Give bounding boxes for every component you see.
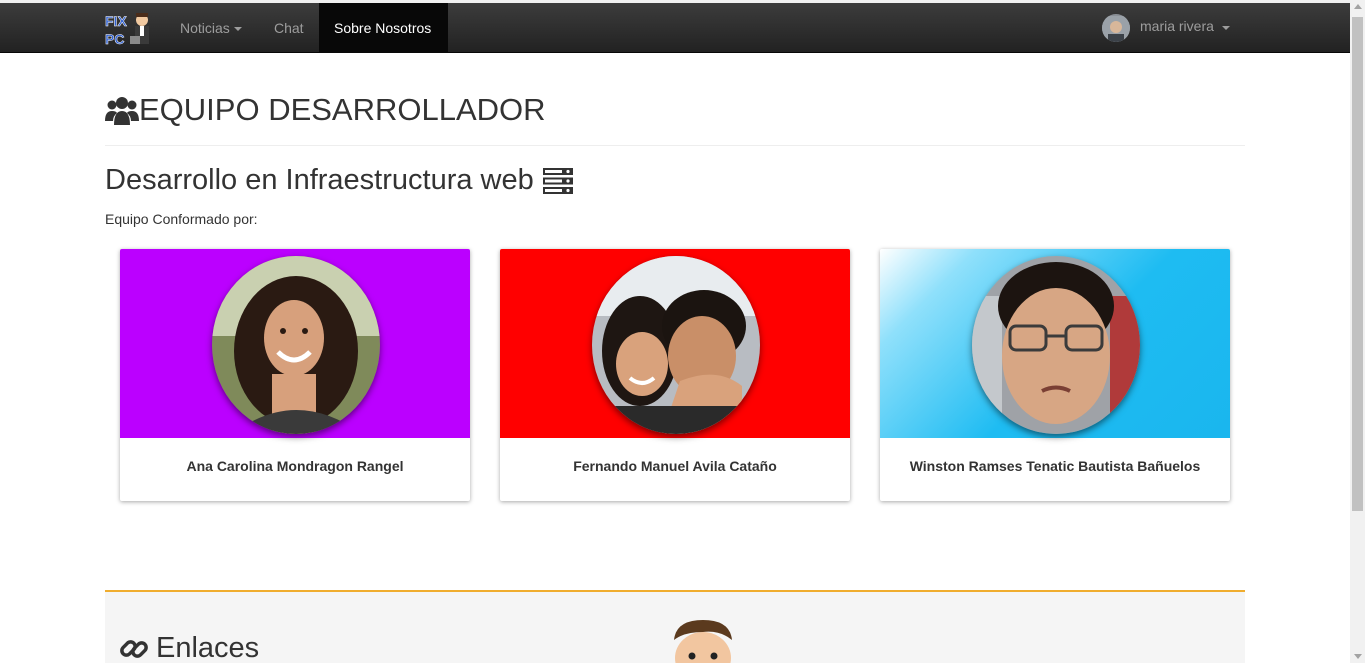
fix-pc-logo-icon: FIX PC bbox=[105, 13, 149, 47]
users-icon bbox=[105, 97, 139, 125]
svg-text:FIX: FIX bbox=[105, 13, 127, 29]
navbar: FIX PC Noticias Chat Sobre Nosotros mari… bbox=[0, 3, 1350, 53]
page-title: EQUIPO DESARROLLADOR bbox=[105, 92, 546, 128]
scroll-up-icon[interactable] bbox=[1354, 4, 1362, 9]
team-member-photo bbox=[592, 256, 760, 434]
nav-item-sobre-nosotros-label: Sobre Nosotros bbox=[334, 20, 432, 36]
avatar bbox=[1102, 14, 1130, 42]
team-member-card: Ana Carolina Mondragon Rangel bbox=[120, 249, 470, 501]
team-member-photo bbox=[212, 256, 380, 434]
user-name: maria rivera bbox=[1140, 18, 1214, 34]
chevron-down-icon bbox=[233, 27, 242, 32]
nav-item-noticias-label: Noticias bbox=[180, 20, 230, 36]
page-title-text: EQUIPO DESARROLLADOR bbox=[139, 92, 546, 127]
team-member-name: Winston Ramses Tenatic Bautista Bañuelos bbox=[909, 458, 1201, 474]
page-header: EQUIPO DESARROLLADOR bbox=[105, 88, 1245, 146]
svg-text:PC: PC bbox=[105, 31, 124, 47]
section-title: Desarrollo en Infraestructura web bbox=[105, 164, 573, 197]
brand-logo[interactable]: FIX PC bbox=[104, 10, 152, 48]
page: FIX PC Noticias Chat Sobre Nosotros mari… bbox=[0, 0, 1365, 663]
server-icon bbox=[542, 167, 573, 194]
nav-item-chat-label: Chat bbox=[274, 20, 304, 36]
scroll-thumb[interactable] bbox=[1352, 17, 1363, 511]
team-member-card: Fernando Manuel Avila Cataño bbox=[500, 249, 850, 501]
links-panel: Enlaces bbox=[105, 590, 1245, 663]
team-member-name: Ana Carolina Mondragon Rangel bbox=[186, 458, 404, 474]
links-title: Enlaces bbox=[119, 632, 259, 663]
links-title-text: Enlaces bbox=[156, 632, 260, 663]
scroll-down-icon[interactable] bbox=[1354, 654, 1362, 659]
nav-item-sobre-nosotros[interactable]: Sobre Nosotros bbox=[319, 3, 448, 53]
section-title-text: Desarrollo en Infraestructura web bbox=[105, 164, 534, 196]
team-member-photo bbox=[972, 256, 1140, 434]
nav-item-noticias[interactable]: Noticias bbox=[165, 3, 257, 53]
chevron-down-icon bbox=[1222, 26, 1230, 30]
mascot-image bbox=[674, 620, 732, 663]
team-member-card: Winston Ramses Tenatic Bautista Bañuelos bbox=[880, 249, 1230, 501]
nav-item-chat[interactable]: Chat bbox=[259, 3, 319, 53]
scrollbar[interactable] bbox=[1350, 0, 1365, 663]
section-subtitle: Equipo Conformado por: bbox=[105, 211, 258, 227]
team-member-name: Fernando Manuel Avila Cataño bbox=[573, 458, 777, 474]
link-icon bbox=[120, 639, 148, 658]
